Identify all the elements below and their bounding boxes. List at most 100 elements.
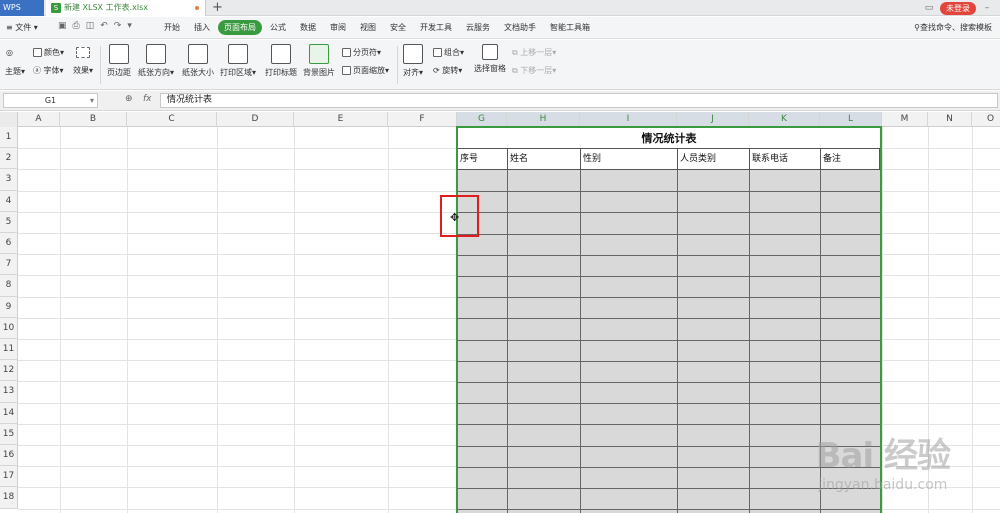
column-header[interactable]: J — [677, 112, 749, 127]
title-bar: WPS S 新建 XLSX 工作表.xlsx + ▭ 未登录 – — [0, 0, 1000, 16]
row-header[interactable]: 8 — [0, 275, 18, 297]
menu-tab[interactable]: 数据 — [294, 20, 322, 35]
row-header[interactable]: 4 — [0, 190, 18, 212]
zoom-icon[interactable]: ⊕ — [125, 94, 133, 104]
preview-icon[interactable]: ◫ — [86, 21, 95, 31]
background-image-button[interactable]: 背景图片 — [303, 44, 335, 78]
minimize-icon[interactable]: – — [982, 3, 992, 13]
theme-icon[interactable]: ◎ — [6, 48, 13, 57]
new-tab-plus-icon[interactable]: + — [212, 0, 223, 15]
menu-tab[interactable]: 开发工具 — [414, 20, 458, 35]
redo-icon[interactable]: ↷ — [114, 21, 122, 31]
row-header[interactable]: 1 — [0, 127, 18, 149]
table-header-cell[interactable]: 人员类别 — [678, 149, 750, 170]
column-header[interactable]: N — [928, 112, 972, 127]
menu-bar: ≡ 文件 ▾ ▣ ⎙ ◫ ↶ ↷ ▾ 开始 插入 页面布局 公式 数据 审阅 视图 安全 开发工… — [0, 17, 1000, 39]
row-header[interactable]: 13 — [0, 381, 18, 403]
align-button[interactable]: 对齐▾ — [403, 44, 423, 78]
row-header[interactable]: 9 — [0, 296, 18, 318]
column-header[interactable]: E — [294, 112, 388, 127]
document-tab[interactable]: S 新建 XLSX 工作表.xlsx — [46, 0, 206, 16]
column-header[interactable]: L — [820, 112, 882, 127]
menu-tab[interactable]: 视图 — [354, 20, 382, 35]
color-button[interactable]: 颜色▾ — [33, 47, 64, 58]
table-header-cell[interactable]: 联系电话 — [750, 149, 821, 170]
row-header[interactable]: 5 — [0, 211, 18, 233]
column-header[interactable]: H — [507, 112, 580, 127]
paper-size-button[interactable]: 纸张大小 — [182, 44, 214, 78]
menu-tab[interactable]: 公式 — [264, 20, 292, 35]
row-header[interactable]: 2 — [0, 148, 18, 170]
function-icon[interactable]: fx — [143, 94, 152, 104]
margins-button[interactable]: 页边距 — [107, 44, 131, 78]
print-area-button[interactable]: 打印区域▾ — [220, 44, 256, 78]
row-header[interactable]: 10 — [0, 317, 18, 339]
menu-tab[interactable]: 文档助手 — [498, 20, 542, 35]
menu-tab[interactable]: 智能工具箱 — [544, 20, 596, 35]
row-header[interactable]: 3 — [0, 169, 18, 191]
select-all-corner[interactable] — [0, 112, 18, 127]
menu-tab[interactable]: 开始 — [158, 20, 186, 35]
formula-input[interactable]: 情况统计表 — [160, 93, 998, 108]
table-header-cell[interactable]: 性别 — [581, 149, 678, 170]
table-header-cell[interactable]: 序号 — [458, 149, 508, 170]
spreadsheet-grid[interactable]: ABCDEFGHIJKLMNO 1 2 3 4 5 6 7 8 9 10 11 12 13 14 15 16 1… — [0, 112, 1000, 513]
menu-tab[interactable]: 审阅 — [324, 20, 352, 35]
bring-forward-button[interactable]: ⧉ 上移一层▾ — [512, 47, 556, 58]
column-header[interactable]: F — [388, 112, 457, 127]
theme-button[interactable]: 主题▾ — [5, 66, 25, 77]
row-header[interactable]: 11 — [0, 339, 18, 361]
wps-app-tab[interactable]: WPS — [0, 0, 44, 16]
effect-icon[interactable] — [76, 47, 92, 58]
column-header[interactable]: D — [217, 112, 294, 127]
column-header[interactable]: I — [580, 112, 677, 127]
file-menu[interactable]: ≡ 文件 ▾ — [6, 22, 38, 33]
table-header-cell[interactable]: 姓名 — [508, 149, 581, 170]
save-icon[interactable]: ▣ — [58, 21, 67, 31]
row-header[interactable]: 14 — [0, 402, 18, 424]
column-header[interactable]: O — [972, 112, 1000, 127]
menu-tab[interactable]: 安全 — [384, 20, 412, 35]
column-header[interactable]: K — [749, 112, 820, 127]
table-title[interactable]: 情况统计表 — [458, 128, 880, 149]
rotate-button[interactable]: ⟳ 旋转▾ — [433, 65, 462, 76]
rotate-label: 旋转 — [442, 66, 459, 75]
page-break-icon — [342, 48, 351, 57]
effect-button[interactable]: 效果▾ — [73, 65, 93, 76]
table-header-cell[interactable]: 备注 — [821, 149, 880, 170]
print-area-label: 打印区域 — [220, 68, 252, 77]
orientation-button[interactable]: 纸张方向▾ — [138, 44, 174, 78]
window-icon[interactable]: ▭ — [924, 3, 934, 13]
group-button[interactable]: 组合▾ — [433, 47, 464, 58]
page-zoom-button[interactable]: 页面缩放▾ — [342, 65, 389, 76]
print-titles-icon — [271, 44, 291, 64]
page-break-button[interactable]: 分页符▾ — [342, 47, 381, 58]
font-button[interactable]: ⓐ 字体▾ — [33, 65, 64, 76]
menu-tab[interactable]: 页面布局 — [218, 20, 262, 35]
column-header[interactable]: B — [60, 112, 127, 127]
row-header[interactable]: 12 — [0, 360, 18, 382]
login-button[interactable]: 未登录 — [940, 1, 976, 15]
selection-pane-icon — [482, 44, 498, 60]
column-header[interactable]: M — [882, 112, 928, 127]
row-header[interactable]: 16 — [0, 445, 18, 467]
column-header[interactable]: C — [127, 112, 217, 127]
customize-icon[interactable]: ▾ — [127, 21, 132, 31]
row-header[interactable]: 17 — [0, 466, 18, 488]
row-header[interactable]: 15 — [0, 423, 18, 445]
undo-icon[interactable]: ↶ — [100, 21, 108, 31]
print-icon[interactable]: ⎙ — [73, 21, 80, 31]
name-box[interactable]: G1 ▾ — [3, 93, 98, 108]
selection-pane-button[interactable]: 选择窗格 — [474, 44, 506, 74]
row-header[interactable]: 6 — [0, 233, 18, 255]
menu-tab[interactable]: 插入 — [188, 20, 216, 35]
row-header[interactable]: 18 — [0, 487, 18, 509]
spreadsheet-icon: S — [51, 3, 61, 13]
column-header[interactable]: A — [18, 112, 60, 127]
row-header[interactable]: 7 — [0, 254, 18, 276]
menu-tab[interactable]: 云服务 — [460, 20, 496, 35]
search-commands[interactable]: ⚲查找命令、搜索模板 — [914, 22, 992, 33]
column-header[interactable]: G — [457, 112, 507, 127]
send-backward-button[interactable]: ⧉ 下移一层▾ — [512, 65, 556, 76]
print-titles-button[interactable]: 打印标题 — [265, 44, 297, 78]
